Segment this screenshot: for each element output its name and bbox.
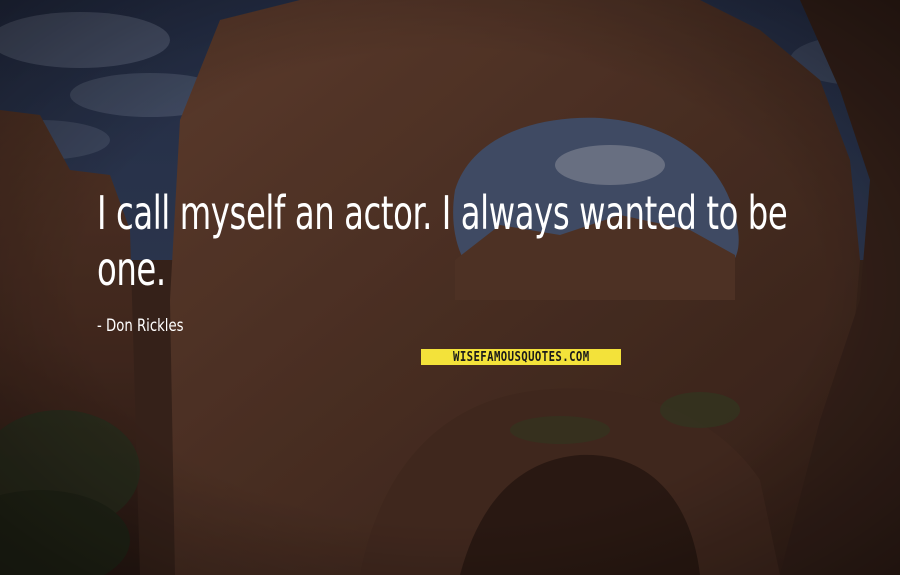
- site-watermark[interactable]: WISEFAMOUSQUOTES.COM: [421, 349, 621, 365]
- quote-author: - Don Rickles: [97, 316, 184, 336]
- watermark-text: WISEFAMOUSQUOTES.COM: [452, 349, 590, 365]
- quote-card: I call myself an actor. I always wanted …: [0, 0, 900, 575]
- quote-text: I call myself an actor. I always wanted …: [97, 186, 788, 296]
